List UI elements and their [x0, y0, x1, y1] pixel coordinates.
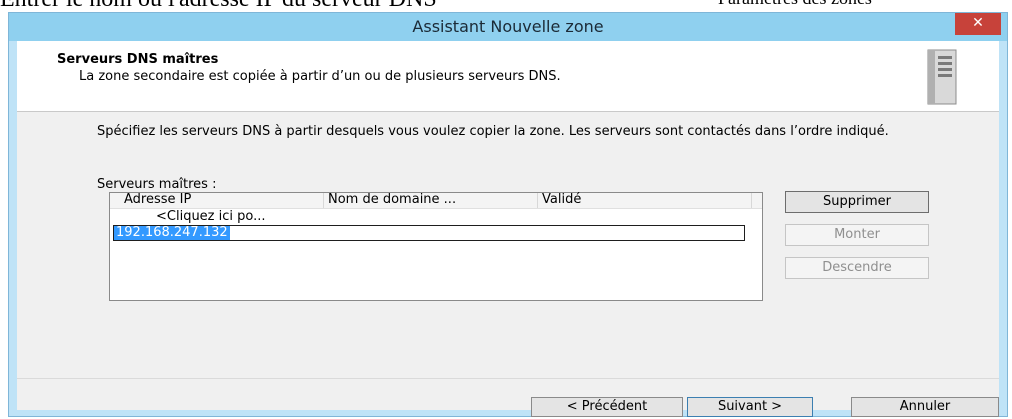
page-title: Serveurs DNS maîtres [57, 52, 219, 67]
next-button[interactable]: Suivant > [687, 397, 813, 417]
column-validated[interactable]: Validé [538, 193, 752, 208]
footer-divider [17, 378, 999, 379]
move-down-button[interactable]: Descendre [785, 257, 929, 279]
wizard-window: Assistant Nouvelle zone ✕ Serveurs DNS m… [8, 12, 1008, 417]
master-servers-list[interactable]: Adresse IP Nom de domaine ... Validé <Cl… [109, 192, 763, 301]
list-header: Adresse IP Nom de domaine ... Validé [110, 193, 762, 209]
server-icon [927, 49, 957, 105]
close-button[interactable]: ✕ [955, 13, 1001, 35]
previous-button[interactable]: < Précédent [531, 397, 683, 417]
title-bar: Assistant Nouvelle zone ✕ [9, 13, 1007, 41]
dialog-client-area: Serveurs DNS maîtres La zone secondaire … [17, 41, 999, 417]
instructions-text: Spécifiez les serveurs DNS à partir desq… [97, 124, 889, 139]
wizard-header: Serveurs DNS maîtres La zone secondaire … [17, 41, 999, 112]
column-domain-name[interactable]: Nom de domaine ... [324, 193, 538, 208]
document-overlay-text-right: Paramètres des zones [718, 0, 872, 9]
move-up-button[interactable]: Monter [785, 224, 929, 246]
ip-edit-field[interactable]: 192.168.247.132 [113, 225, 745, 241]
cancel-button[interactable]: Annuler [851, 397, 999, 417]
close-icon: ✕ [972, 15, 984, 31]
master-servers-label: Serveurs maîtres : [97, 177, 217, 192]
ip-edit-value: 192.168.247.132 [114, 225, 230, 240]
column-ip-address[interactable]: Adresse IP [110, 193, 324, 208]
window-title: Assistant Nouvelle zone [412, 17, 604, 36]
page-subtitle: La zone secondaire est copiée à partir d… [79, 69, 561, 84]
delete-button[interactable]: Supprimer [785, 191, 929, 213]
list-item-placeholder[interactable]: <Cliquez ici po... [156, 209, 266, 224]
